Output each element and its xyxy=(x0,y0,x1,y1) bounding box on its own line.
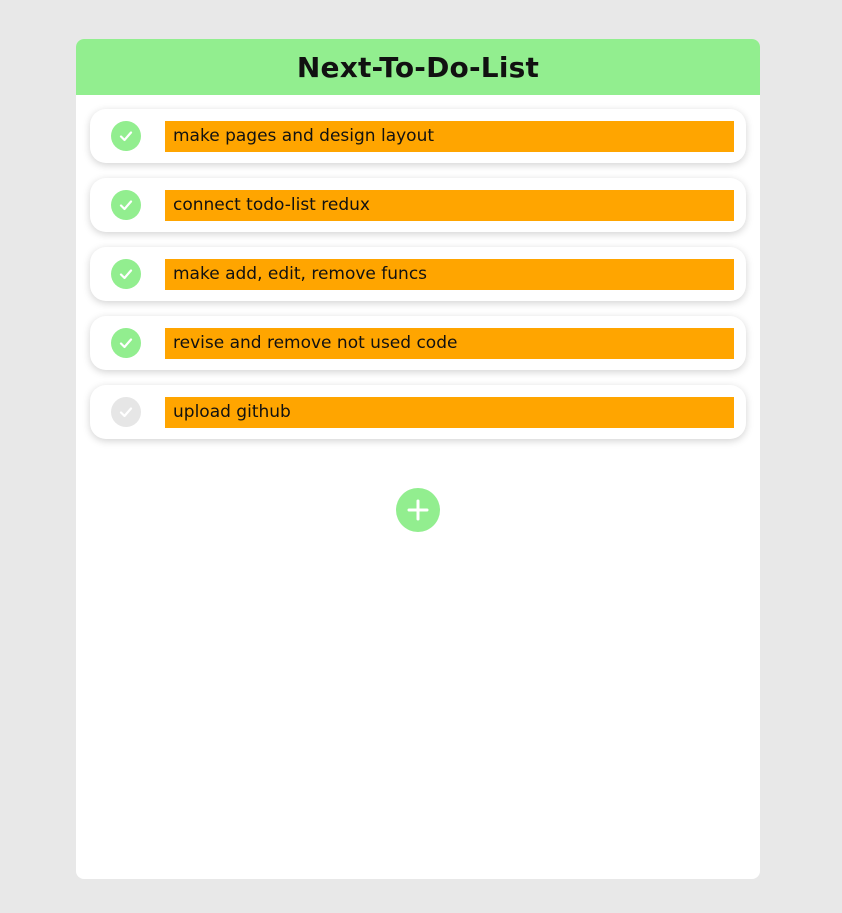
todo-text[interactable]: make pages and design layout xyxy=(165,121,734,152)
check-icon xyxy=(119,338,133,349)
todo-checkbox[interactable] xyxy=(111,328,141,358)
check-icon xyxy=(119,200,133,211)
todo-item: connect todo-list redux xyxy=(90,178,746,232)
add-todo-button[interactable] xyxy=(396,488,440,532)
plus-icon xyxy=(407,499,429,521)
todo-checkbox[interactable] xyxy=(111,397,141,427)
todo-text[interactable]: revise and remove not used code xyxy=(165,328,734,359)
todo-checkbox[interactable] xyxy=(111,190,141,220)
todo-checkbox[interactable] xyxy=(111,121,141,151)
todo-text[interactable]: connect todo-list redux xyxy=(165,190,734,221)
check-icon xyxy=(119,407,133,418)
todo-text[interactable]: make add, edit, remove funcs xyxy=(165,259,734,290)
todo-item: make add, edit, remove funcs xyxy=(90,247,746,301)
header: Next-To-Do-List xyxy=(76,39,760,95)
todo-text[interactable]: upload github xyxy=(165,397,734,428)
todo-list: make pages and design layout connect tod… xyxy=(76,95,760,439)
todo-app: Next-To-Do-List make pages and design la… xyxy=(76,39,760,879)
check-icon xyxy=(119,131,133,142)
todo-item: make pages and design layout xyxy=(90,109,746,163)
todo-item: upload github xyxy=(90,385,746,439)
check-icon xyxy=(119,269,133,280)
page-title: Next-To-Do-List xyxy=(296,50,540,84)
todo-checkbox[interactable] xyxy=(111,259,141,289)
todo-item: revise and remove not used code xyxy=(90,316,746,370)
